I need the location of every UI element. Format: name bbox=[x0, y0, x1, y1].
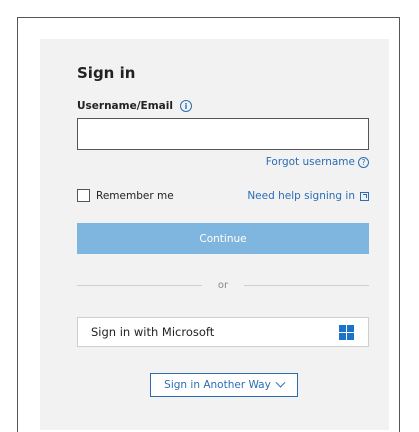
page-title: Sign in bbox=[77, 64, 136, 82]
question-circle-icon: ? bbox=[358, 156, 369, 168]
windows-logo-icon bbox=[339, 324, 354, 340]
forgot-username-link[interactable]: Forgot username ? bbox=[266, 156, 369, 168]
microsoft-button-label: Sign in with Microsoft bbox=[91, 325, 215, 339]
forgot-username-text: Forgot username bbox=[265, 156, 355, 168]
remember-me-checkbox[interactable] bbox=[77, 189, 90, 202]
another-way-label: Sign in Another Way bbox=[164, 379, 271, 391]
remember-me-row[interactable]: Remember me bbox=[77, 189, 174, 202]
continue-button[interactable]: Continue bbox=[77, 223, 369, 254]
divider-text: or bbox=[217, 279, 229, 291]
signin-panel: Sign in Username/Email i Forgot username… bbox=[40, 39, 389, 430]
username-label-row: Username/Email i bbox=[77, 100, 192, 112]
need-help-text: Need help signing in bbox=[247, 190, 355, 202]
divider-line-right bbox=[244, 284, 370, 286]
external-link-icon bbox=[360, 191, 369, 201]
sign-in-with-microsoft-button[interactable]: Sign in with Microsoft bbox=[77, 317, 369, 347]
or-divider: or bbox=[77, 279, 370, 291]
username-input[interactable] bbox=[77, 118, 369, 150]
sign-in-another-way-button[interactable]: Sign in Another Way bbox=[150, 373, 298, 397]
remember-me-label: Remember me bbox=[96, 189, 174, 202]
divider-line-left bbox=[77, 284, 202, 286]
username-label: Username/Email bbox=[77, 100, 173, 112]
info-icon[interactable]: i bbox=[179, 100, 192, 112]
need-help-link[interactable]: Need help signing in bbox=[247, 190, 369, 202]
chevron-down-icon bbox=[275, 377, 286, 388]
